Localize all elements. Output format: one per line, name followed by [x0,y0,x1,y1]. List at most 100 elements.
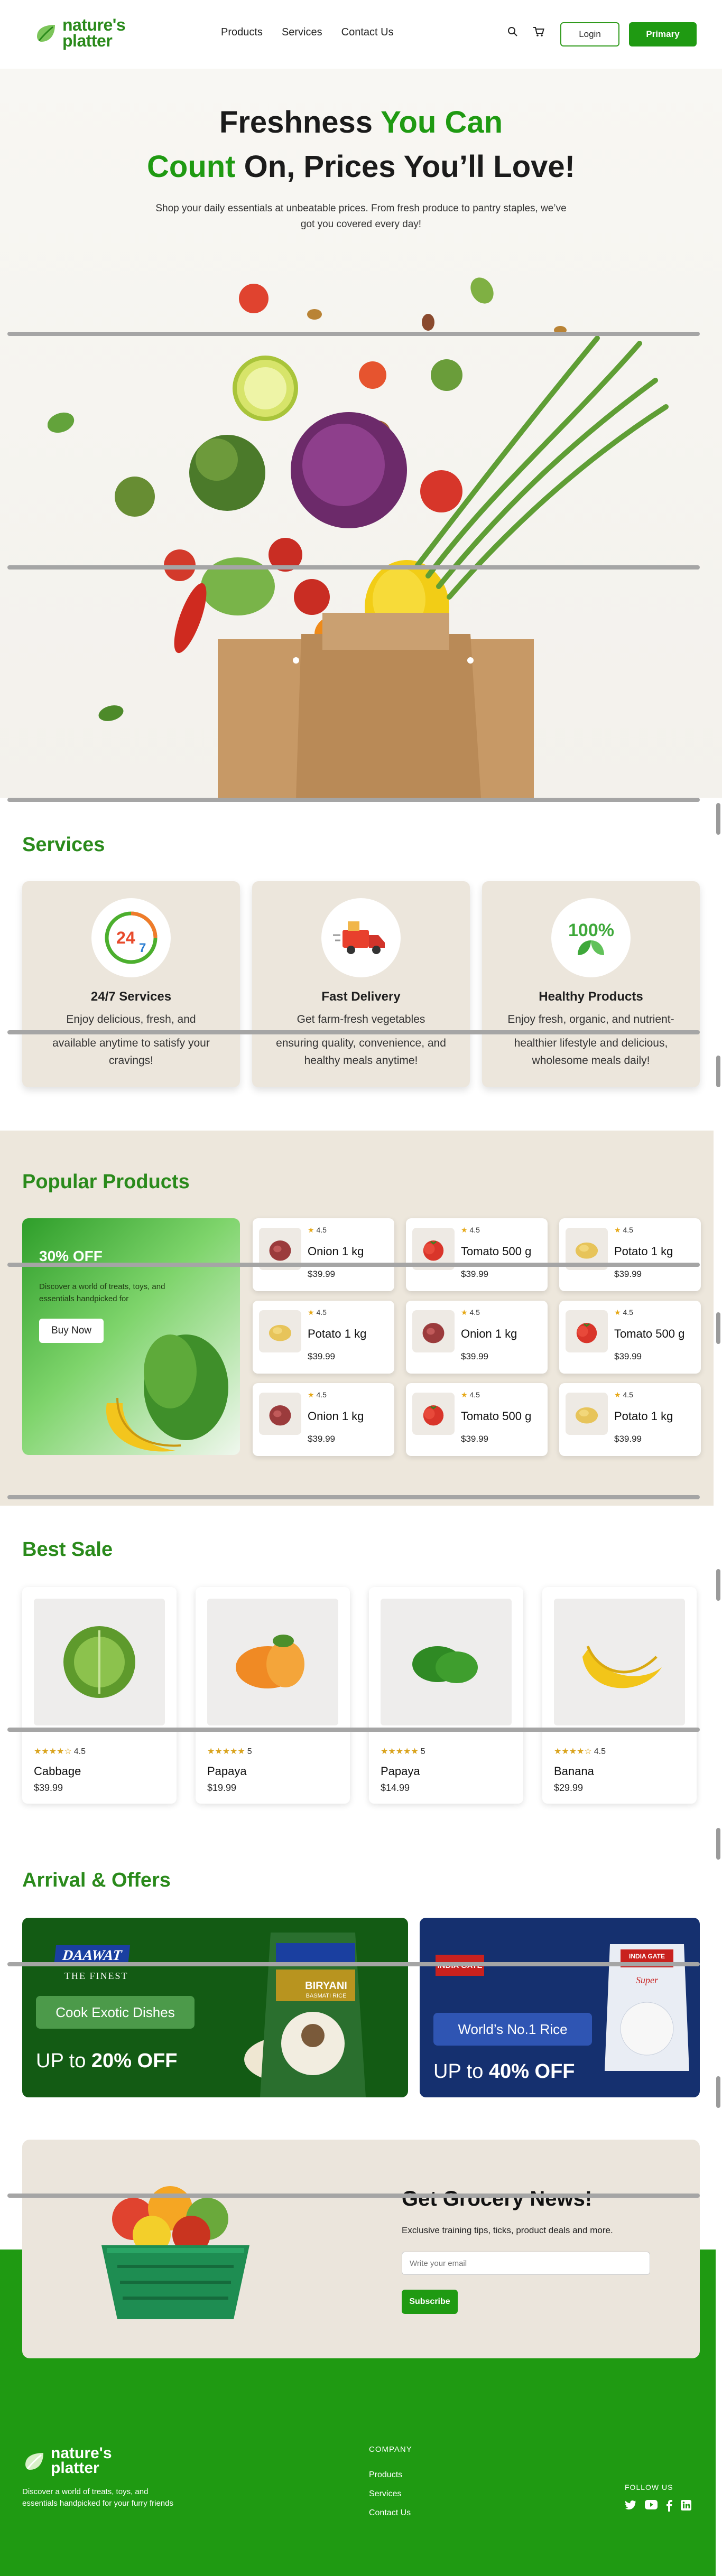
best-sale-title: Best Sale [22,1538,113,1561]
product-rating: ★ 4.5 [614,1308,633,1317]
hero-title-highlight: You Can [381,105,503,139]
service-desc-line: healthier lifestyle and delicious, whole… [514,1037,668,1067]
product-card[interactable]: ★ 4.5 Tomato 500 g $39.99 [559,1301,701,1374]
daawat-rice-pack-image [244,1933,366,2097]
footer-follow-heading: FOLLOW US [625,2483,673,2491]
search-icon[interactable] [507,26,518,37]
service-desc: Enjoy fresh, organic, and nutrient-healt… [498,1011,684,1069]
product-card[interactable]: ★ 4.5 Onion 1 kg $39.99 [253,1218,394,1291]
product-card[interactable]: ★ 4.5 Potato 1 kg $39.99 [253,1301,394,1374]
service-title: Healthy Products [539,990,643,1004]
star-icon: ★ [308,1390,314,1399]
clock-24-7-icon: 24 7 [91,898,171,977]
overlay-scroll-line [7,1728,700,1732]
star-rating: ★★★★★ 5 [381,1746,425,1757]
product-name: Potato 1 kg [614,1410,673,1423]
product-rating-value: 4.5 [316,1308,327,1317]
nav-link-contact[interactable]: Contact Us [341,26,394,39]
page-scrollbar-thumb[interactable] [716,1569,720,1601]
page-scrollbar-thumb[interactable] [716,1056,720,1087]
cart-icon[interactable] [533,26,544,37]
page-scrollbar-thumb[interactable] [716,1312,720,1344]
product-rating-value: 4.5 [469,1226,480,1234]
promo-text: Discover a world of treats, toys, and es… [39,1282,165,1303]
linkedin-icon[interactable] [681,2500,691,2510]
product-card[interactable]: ★ 4.5 Tomato 500 g $39.99 [406,1218,548,1291]
stars-icons: ★★★★☆ [34,1747,72,1756]
100-percent-leaf-icon: 100% [551,898,631,977]
product-name: Onion 1 kg [308,1410,364,1423]
product-card[interactable]: ★ 4.5 Potato 1 kg $39.99 [559,1383,701,1456]
svg-text:100%: 100% [568,920,614,940]
product-rating: ★ 4.5 [461,1226,480,1235]
brand-name-line2: platter [62,31,113,50]
newsletter-email-input[interactable] [402,2252,650,2275]
best-sale-card[interactable]: ★★★★★ 5 Papaya $19.99 [196,1587,350,1804]
nav-link-products[interactable]: Products [221,26,263,39]
star-icon: ★ [614,1390,621,1399]
leaf-logo-icon [25,2453,43,2470]
product-price: $39.99 [614,1351,642,1361]
login-button[interactable]: Login [560,22,619,46]
hero-title-part: On, Prices You’ll Love! [235,150,575,184]
primary-button[interactable]: Primary [629,22,697,46]
nav-icons [507,26,544,37]
product-rating: ★ 4.5 [614,1226,633,1235]
product-rating: ★ 4.5 [308,1390,327,1399]
nav-link-services[interactable]: Services [282,26,322,39]
popular-title: Popular Products [22,1171,190,1193]
offer-deal-value: 20% OFF [91,2050,178,2072]
services-title: Services [22,834,105,856]
tomato-image [566,1310,608,1352]
offer-tag: World’s No.1 Rice [433,2013,592,2046]
product-name: Tomato 500 g [461,1245,532,1258]
hero-title-line2: Count On, Prices You’ll Love! [0,145,722,189]
leaf-logo-icon [37,25,55,42]
offer-tag: Cook Exotic Dishes [36,1996,195,2029]
offer-card-daawat[interactable]: DAAWAT THE FINEST Cook Exotic Dishes UP … [22,1918,408,2097]
youtube-icon[interactable] [645,2500,658,2509]
footer-link-services[interactable]: Services [369,2489,401,2499]
product-card[interactable]: ★ 4.5 Onion 1 kg $39.99 [253,1383,394,1456]
papaya-image [207,1599,338,1725]
india-gate-pack-label: INDIA GATE [629,1953,665,1960]
offers-title: Arrival & Offers [22,1869,171,1891]
twitter-icon[interactable] [625,2500,636,2510]
india-gate-pack-sub: Super [636,1975,658,1985]
product-price: $39.99 [614,1434,642,1444]
service-desc-line: ensuring quality, convenience, and healt… [276,1037,446,1067]
product-card[interactable]: ★ 4.5 Onion 1 kg $39.99 [406,1301,548,1374]
service-desc-line: available anytime to satisfy your cravin… [52,1037,210,1067]
svg-text:24: 24 [116,928,135,947]
product-rating-value: 4.5 [623,1308,633,1317]
brand-logo[interactable]: nature's platter [34,16,126,50]
offer-deal: UP to 20% OFF [36,2050,178,2073]
service-card-healthy: 100% Healthy Products Enjoy fresh, organ… [482,881,700,1087]
svg-text:7: 7 [139,941,146,955]
hero-subtitle: Shop your daily essentials at unbeatable… [155,203,567,230]
daawat-logo-sub: THE FINEST [64,1971,128,1981]
page-scrollbar-thumb[interactable] [716,2076,720,2108]
product-rating: ★ 4.5 [308,1226,327,1235]
best-sale-price: $19.99 [207,1782,237,1793]
footer-link-products[interactable]: Products [369,2470,402,2480]
page-scrollbar-thumb[interactable] [716,803,720,835]
footer-logo[interactable]: nature's platter [22,2446,112,2476]
product-card[interactable]: ★ 4.5 Tomato 500 g $39.99 [406,1383,548,1456]
facebook-icon[interactable] [666,2500,672,2512]
best-sale-card[interactable]: ★★★★☆ 4.5 Banana $29.99 [542,1587,697,1804]
footer-wordmark: nature's platter [51,2446,112,2476]
product-name: Onion 1 kg [308,1245,364,1258]
product-rating: ★ 4.5 [308,1308,327,1317]
product-rating: ★ 4.5 [614,1390,633,1399]
newsletter-card: Get Grocery News! Exclusive training tip… [22,2140,700,2358]
rating-value: 4.5 [594,1747,606,1756]
offer-card-india-gate[interactable]: INDIA GATE World’s No.1 Rice UP to 40% O… [420,1918,700,2097]
best-sale-card[interactable]: ★★★★☆ 4.5 Cabbage $39.99 [22,1587,177,1804]
footer-link-contact[interactable]: Contact Us [369,2508,411,2518]
subscribe-button[interactable]: Subscribe [402,2290,458,2314]
product-name: Tomato 500 g [614,1327,685,1340]
page-scrollbar-thumb[interactable] [716,1828,720,1860]
product-card[interactable]: ★ 4.5 Potato 1 kg $39.99 [559,1218,701,1291]
best-sale-card[interactable]: ★★★★★ 5 Papaya $14.99 [369,1587,523,1804]
